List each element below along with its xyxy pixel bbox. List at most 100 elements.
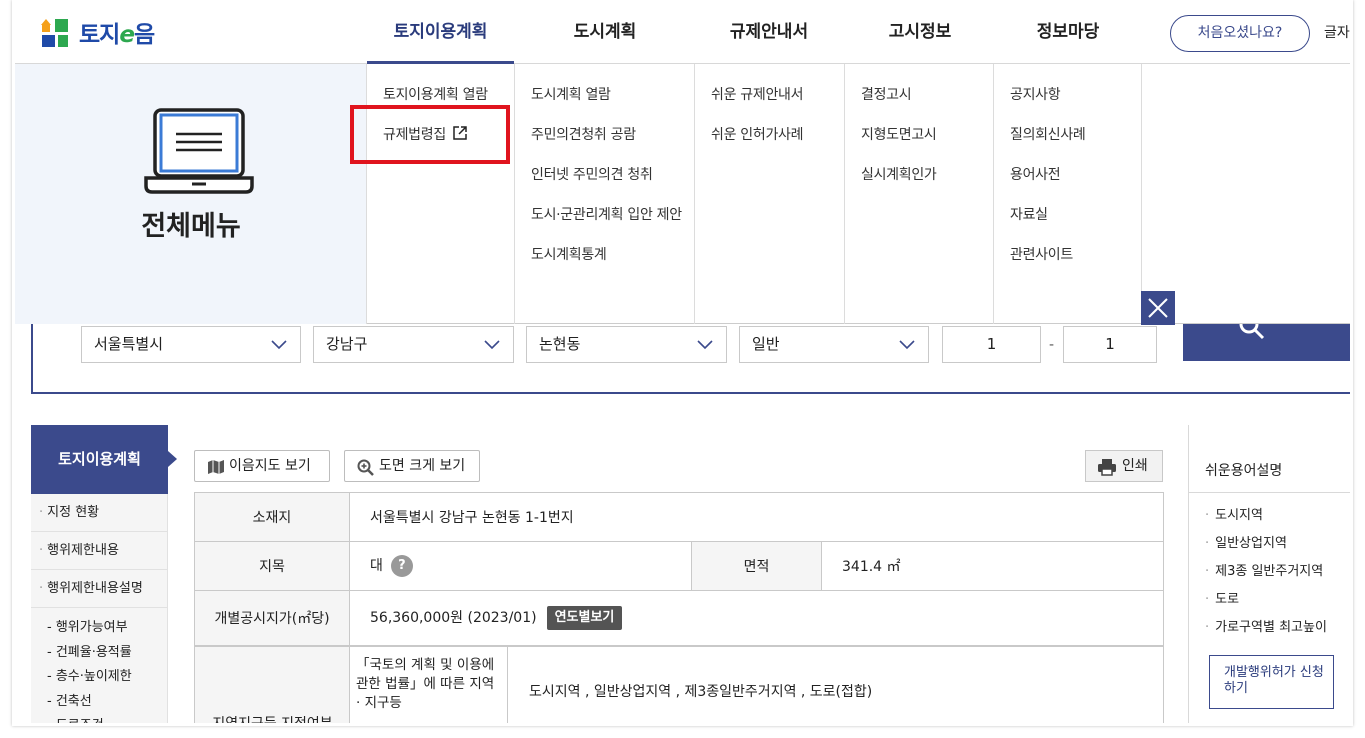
sigungu-select-value: 강남구 (326, 335, 368, 353)
lot-number-separator: - (1049, 337, 1055, 353)
logo-mark-icon (41, 19, 68, 47)
permit-apply-button[interactable]: 개발행위허가 신청하기 (1209, 655, 1334, 709)
sidebar-item-restrictions[interactable]: · 행위제한내용 (31, 532, 167, 570)
menu-plan-proposal[interactable]: 도시·군관리계획 입안 제안 (515, 204, 694, 244)
menu-online-opinion[interactable]: 인터넷 주민의견 청취 (515, 164, 694, 204)
gnb-info-plaza[interactable]: 정보마당 (998, 0, 1138, 64)
font-size-control[interactable]: 글자 (1324, 22, 1350, 42)
chevron-down-icon (697, 340, 713, 350)
land-type-select[interactable]: 일반 (739, 326, 929, 363)
menu-implementation-approval[interactable]: 실시계획인가 (845, 164, 993, 204)
location-label: 소재지 (194, 492, 350, 542)
glossary-item[interactable]: · 가로구역별 최고높이 (1205, 614, 1327, 642)
glossary-item[interactable]: · 제3종 일반주거지역 (1205, 558, 1327, 586)
site-logo[interactable]: 토지e음 (39, 16, 155, 48)
help-icon[interactable]: ? (390, 555, 413, 577)
bonbun-input[interactable]: 1 (942, 326, 1041, 363)
highlight-box (350, 105, 510, 164)
close-icon (1148, 298, 1168, 318)
full-menu-title: 전체메뉴 (141, 211, 241, 242)
dong-select-value: 논현동 (539, 335, 581, 353)
price-value: 56,360,000원 (2023/01) (370, 610, 537, 626)
chevron-down-icon (899, 340, 915, 350)
sido-select-value: 서울특별시 (94, 335, 164, 353)
glossary-panel: 쉬운용어설명 · 도시지역 · 일반상업지역 · 제3종 일반주거지역 · 도로 · 가로… (1188, 425, 1350, 723)
zone-row: 지역지구등 지정여부 「국토의 계획 및 이용에 관한 법률」에 따른 지역 ·… (194, 646, 1164, 723)
menu-archive[interactable]: 자료실 (994, 204, 1141, 244)
bubun-input[interactable]: 1 (1063, 326, 1157, 363)
menu-urban-plan-view[interactable]: 도시계획 열람 (515, 84, 694, 124)
year-view-button[interactable]: 연도별보기 (546, 606, 623, 630)
sidebar-title[interactable]: 토지이용계획 (31, 425, 177, 494)
menu-related-sites[interactable]: 관련사이트 (994, 244, 1141, 284)
sidebar-sub-activity[interactable]: - 행위가능여부 (31, 616, 167, 641)
sidebar-sub-road[interactable]: - 도로조건 (31, 714, 167, 723)
menu-col-info: 공지사항 질의회신사례 용어사전 자료실 관련사이트 (993, 64, 1142, 324)
price-cell: 56,360,000원 (2023/01) 연도별보기 (349, 590, 1164, 646)
menu-col-land-use: 토지이용계획 열람 규제법령집 (366, 64, 514, 324)
browser-viewport: 서울특별시 강남구 논현동 일반 1 - 1 토지e음 토지이용계획 도시계획 (15, 0, 1350, 723)
zoom-view-label: 도면 크게 보기 (379, 458, 466, 474)
zone-value: 도시지역 , 일반상업지역 , 제3종일반주거지역 , 도로(접합) (529, 684, 873, 700)
print-label: 인쇄 (1122, 458, 1148, 474)
gnb-notice-info[interactable]: 고시정보 (850, 0, 990, 64)
zone-label: 지역지구등 지정여부 (195, 713, 350, 723)
jimok-cell: 대? (349, 541, 692, 591)
jimok-label: 지목 (194, 541, 350, 591)
menu-qa-cases[interactable]: 질의회신사례 (994, 124, 1141, 164)
table-row: 소재지 서울특별시 강남구 논현동 1-1번지 (194, 492, 1164, 542)
laptop-icon (144, 108, 254, 194)
full-menu-intro: 전체메뉴 (15, 64, 367, 324)
menu-urban-stats[interactable]: 도시계획통계 (515, 244, 694, 284)
zone-sub-label: 「국토의 계획 및 이용에 관한 법률」에 따른 지역 · 지구등 (350, 647, 508, 723)
table-row: 지목 대? 면적 341.4 ㎡ (194, 541, 1164, 591)
sidebar-item-restriction-desc[interactable]: · 행위제한내용설명 (31, 570, 167, 608)
menu-topo-notice[interactable]: 지형도면고시 (845, 124, 993, 164)
glossary-title: 쉬운용어설명 (1205, 463, 1283, 479)
map-view-button[interactable]: 이음지도 보기 (194, 450, 330, 482)
table-row: 개별공시지가(㎡당) 56,360,000원 (2023/01) 연도별보기 (194, 590, 1164, 646)
glossary-item[interactable]: · 도시지역 (1205, 502, 1327, 530)
gnb-urban-plan[interactable]: 도시계획 (535, 0, 675, 64)
chevron-down-icon (484, 340, 500, 350)
full-menu-panel: 전체메뉴 토지이용계획 열람 규제법령집 도시계획 열람 주민의견청취 공람 인… (15, 64, 1350, 325)
map-icon (208, 460, 224, 474)
menu-announcements[interactable]: 공지사항 (994, 84, 1141, 124)
menu-glossary[interactable]: 용어사전 (994, 164, 1141, 204)
sido-select[interactable]: 서울특별시 (81, 326, 301, 363)
menu-public-hearing[interactable]: 주민의견청취 공람 (515, 124, 694, 164)
sidebar-item-designation[interactable]: · 지정 현황 (31, 494, 167, 532)
sidebar-sub-coverage[interactable]: - 건폐율·용적률 (31, 641, 167, 666)
gnb-land-use-plan[interactable]: 토지이용계획 (367, 0, 514, 64)
dong-select[interactable]: 논현동 (526, 326, 727, 363)
gnb-regulation-guide[interactable]: 규제안내서 (699, 0, 839, 64)
zoom-view-button[interactable]: 도면 크게 보기 (344, 450, 480, 482)
zoom-in-icon (357, 459, 374, 476)
close-menu-button[interactable] (1141, 291, 1175, 325)
land-info-table: 소재지 서울특별시 강남구 논현동 1-1번지 지목 대? 면적 341.4 ㎡… (194, 492, 1164, 646)
sigungu-select[interactable]: 강남구 (313, 326, 514, 363)
price-label: 개별공시지가(㎡당) (194, 590, 350, 646)
glossary-item[interactable]: · 일반상업지역 (1205, 530, 1327, 558)
area-value: 341.4 ㎡ (821, 541, 1164, 591)
first-visit-button[interactable]: 처음오셨나요? (1170, 15, 1310, 52)
chevron-down-icon (271, 340, 287, 350)
printer-icon (1098, 459, 1116, 476)
sidebar-nav: · 지정 현황 · 행위제한내용 · 행위제한내용설명 - 행위가능여부 - 건폐율·… (31, 494, 168, 723)
sidebar-sub-building-line[interactable]: - 건축선 (31, 690, 167, 715)
print-button[interactable]: 인쇄 (1085, 450, 1163, 482)
site-header: 토지e음 토지이용계획 도시계획 규제안내서 고시정보 정보마당 처음오셨나요?… (15, 0, 1350, 64)
menu-easy-regulation-guide[interactable]: 쉬운 규제안내서 (695, 84, 844, 124)
sidebar-sub-height[interactable]: - 층수·높이제한 (31, 665, 167, 690)
map-view-label: 이음지도 보기 (229, 458, 311, 474)
menu-decision-notice[interactable]: 결정고시 (845, 84, 993, 124)
menu-col-notice: 결정고시 지형도면고시 실시계획인가 (844, 64, 993, 324)
menu-col-regulation: 쉬운 규제안내서 쉬운 인허가사례 (694, 64, 844, 324)
menu-easy-permit-cases[interactable]: 쉬운 인허가사례 (695, 124, 844, 164)
location-value: 서울특별시 강남구 논현동 1-1번지 (349, 492, 1164, 542)
zone-label-cell: 지역지구등 지정여부 (195, 647, 350, 723)
logo-text: 토지e음 (79, 22, 155, 48)
menu-col-urban-plan: 도시계획 열람 주민의견청취 공람 인터넷 주민의견 청취 도시·군관리계획 입… (514, 64, 694, 324)
jimok-value: 대 (370, 558, 383, 574)
glossary-item[interactable]: · 도로 (1205, 586, 1327, 614)
